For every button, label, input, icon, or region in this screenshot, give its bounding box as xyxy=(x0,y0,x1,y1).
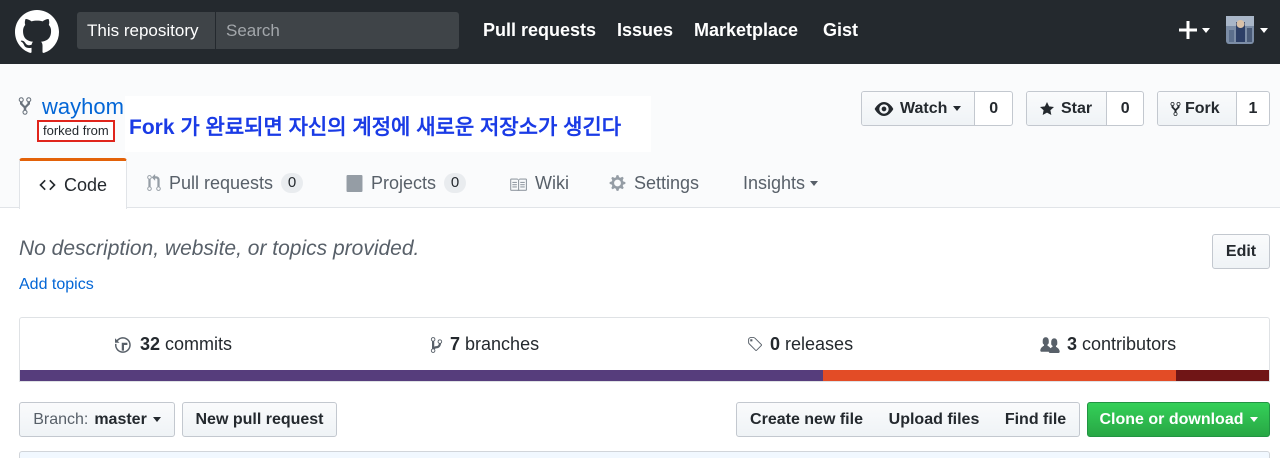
chevron-down-icon xyxy=(953,106,962,111)
project-icon xyxy=(346,174,363,192)
fork-count[interactable]: 1 xyxy=(1237,92,1269,125)
avatar xyxy=(1226,16,1254,44)
projects-counter: 0 xyxy=(444,173,467,193)
language-bar[interactable] xyxy=(20,370,1269,381)
history-icon xyxy=(115,336,131,353)
branch-prefix: Branch: xyxy=(33,410,89,428)
clone-or-download-button[interactable]: Clone or download xyxy=(1087,402,1270,437)
tab-code[interactable]: Code xyxy=(19,158,127,209)
global-header: This repository Pull requests Issues Mar… xyxy=(0,0,1280,64)
tab-projects-label: Projects xyxy=(371,172,437,193)
tab-settings[interactable]: Settings xyxy=(609,158,699,208)
new-pull-request-button[interactable]: New pull request xyxy=(182,402,337,437)
book-icon xyxy=(510,177,527,191)
find-file-button[interactable]: Find file xyxy=(992,402,1080,437)
tab-insights[interactable]: Insights xyxy=(743,158,819,208)
commits-label: commits xyxy=(165,334,233,354)
watch-count[interactable]: 0 xyxy=(975,92,1012,125)
annotation-text: Fork 가 완료되면 자신의 계정에 새로운 저장소가 생긴다 xyxy=(129,116,622,139)
github-logo-icon[interactable] xyxy=(15,10,59,54)
tab-wiki[interactable]: Wiki xyxy=(509,158,569,208)
fork-button-group: Fork 1 xyxy=(1157,91,1270,126)
search-input[interactable] xyxy=(217,12,459,49)
chevron-down-icon xyxy=(1249,417,1258,422)
star-label: Star xyxy=(1061,99,1093,117)
commits-stat[interactable]: 32 commits xyxy=(115,334,232,355)
tab-pull-requests[interactable]: Pull requests 0 xyxy=(147,158,304,208)
releases-count: 0 xyxy=(770,334,781,354)
create-new-file-button[interactable]: Create new file xyxy=(736,402,877,437)
repo-summary: 32 commits 7 branches 0 releases 3 contr… xyxy=(19,317,1270,382)
plus-icon xyxy=(1179,21,1197,39)
star-icon xyxy=(1040,101,1054,115)
star-button-group: Star 0 xyxy=(1026,91,1144,126)
language-bar-segment xyxy=(823,370,1176,381)
star-button[interactable]: Star xyxy=(1027,92,1108,125)
releases-stat[interactable]: 0 releases xyxy=(746,334,853,355)
user-menu-dropdown[interactable] xyxy=(1226,16,1270,46)
contributors-stat[interactable]: 3 contributors xyxy=(1040,334,1176,355)
code-icon xyxy=(39,179,56,191)
fork-label: Fork xyxy=(1185,99,1220,117)
branches-stat[interactable]: 7 branches xyxy=(430,334,539,355)
add-topics-link[interactable]: Add topics xyxy=(19,276,94,294)
file-list-header xyxy=(19,451,1270,458)
star-count[interactable]: 0 xyxy=(1107,92,1143,125)
fork-button[interactable]: Fork xyxy=(1158,92,1237,125)
nav-issues[interactable]: Issues xyxy=(617,20,673,41)
language-bar-segment xyxy=(20,370,824,381)
language-bar-segment xyxy=(1175,370,1269,381)
chevron-down-icon xyxy=(152,417,161,422)
repo-owner-link[interactable]: wayhom xyxy=(42,94,124,120)
tab-settings-label: Settings xyxy=(634,172,700,193)
repo-description: No description, website, or topics provi… xyxy=(19,237,420,260)
clone-or-download-label: Clone or download xyxy=(1099,410,1244,428)
forked-from-label: forked from xyxy=(37,120,115,142)
gear-icon xyxy=(609,175,626,191)
git-pull-request-icon xyxy=(147,174,161,191)
tab-pull-requests-label: Pull requests xyxy=(169,172,274,193)
tag-icon xyxy=(748,337,763,351)
tab-wiki-label: Wiki xyxy=(535,172,569,193)
branch-name: master xyxy=(94,410,147,428)
contributors-count: 3 xyxy=(1067,334,1078,354)
watch-button-group: Watch 0 xyxy=(861,91,1013,126)
tab-code-label: Code xyxy=(64,174,108,195)
eye-icon xyxy=(874,101,894,116)
organization-icon xyxy=(1040,337,1060,353)
tab-insights-label: Insights xyxy=(743,172,806,193)
contributors-label: contributors xyxy=(1082,334,1177,354)
repo-forked-icon xyxy=(18,97,32,115)
chevron-down-icon xyxy=(810,180,819,186)
chevron-down-icon xyxy=(1202,28,1210,33)
branch-select-button[interactable]: Branch: master xyxy=(19,402,175,437)
nav-gist[interactable]: Gist xyxy=(823,20,858,41)
nav-pull-requests[interactable]: Pull requests xyxy=(483,20,596,41)
create-new-dropdown[interactable] xyxy=(1175,14,1213,48)
repo-header: wayhom Fork 가 완료되면 자신의 계정에 새로운 저장소가 생긴다 … xyxy=(0,64,1280,209)
watch-label: Watch xyxy=(900,99,948,117)
upload-files-button[interactable]: Upload files xyxy=(876,402,993,437)
edit-button[interactable]: Edit xyxy=(1212,234,1270,269)
search-box: This repository xyxy=(77,12,459,49)
commits-count: 32 xyxy=(140,334,161,354)
releases-label: releases xyxy=(785,334,854,354)
repo-forked-icon xyxy=(1170,101,1181,116)
git-branch-icon xyxy=(430,336,443,353)
tab-projects[interactable]: Projects 0 xyxy=(346,158,467,208)
branches-label: branches xyxy=(465,334,540,354)
search-scope-label: This repository xyxy=(77,12,216,49)
nav-marketplace[interactable]: Marketplace xyxy=(694,20,798,41)
chevron-down-icon xyxy=(1260,28,1268,33)
watch-button[interactable]: Watch xyxy=(862,92,976,125)
pull-requests-counter: 0 xyxy=(281,173,304,193)
branches-count: 7 xyxy=(450,334,461,354)
